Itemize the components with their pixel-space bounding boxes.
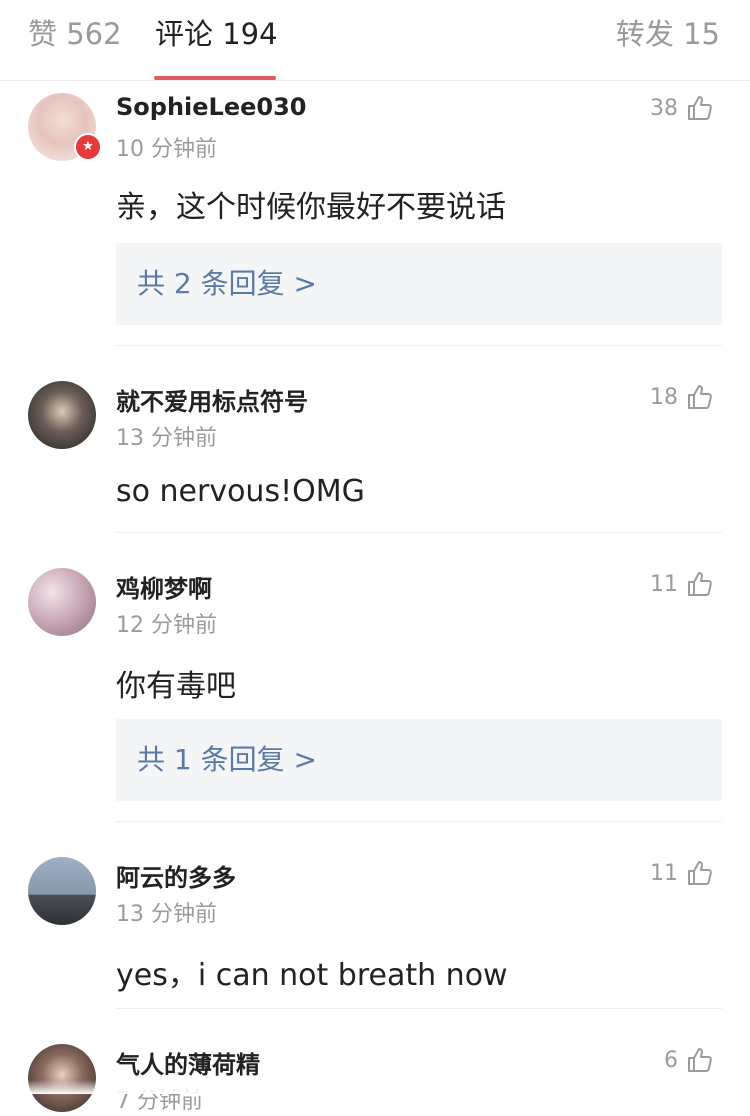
like-count: 6 [664, 1047, 678, 1073]
comment-text: 亲，这个时候你最好不要说话 [116, 190, 506, 225]
comment-username[interactable]: 鸡柳梦啊 [116, 569, 212, 604]
avatar[interactable] [28, 857, 100, 929]
comment-username[interactable]: 气人的薄荷精 [116, 1045, 260, 1080]
avatar-image [28, 381, 96, 449]
comment-text: so nervous!OMG [116, 474, 365, 509]
tab-likes[interactable]: 赞 562 [28, 14, 122, 54]
comment-tabs: 赞 562 评论 194 转发 15 [0, 0, 750, 81]
view-replies-button[interactable]: 共 2 条回复 > [116, 243, 722, 325]
avatar[interactable] [28, 381, 100, 453]
comment-time: 13 分钟前 [116, 426, 217, 451]
comment-text: yes，i can not breath now [116, 958, 508, 993]
thumbs-up-icon [688, 385, 712, 409]
tab-comments[interactable]: 评论 194 [155, 14, 278, 54]
comment-time: 13 分钟前 [116, 902, 217, 927]
tab-reposts[interactable]: 转发 15 [616, 14, 720, 54]
active-tab-indicator [154, 76, 276, 80]
comment-username[interactable]: SophieLee030 [116, 93, 307, 121]
comment-time: 10 分钟前 [116, 137, 217, 162]
like-count: 18 [650, 384, 678, 410]
thumbs-up-icon [688, 572, 712, 596]
comment-time: 12 分钟前 [116, 613, 217, 638]
avatar[interactable]: ★ [28, 93, 102, 165]
thumbs-up-icon [688, 96, 712, 120]
like-count: 11 [650, 860, 678, 886]
like-button[interactable]: 11 [650, 567, 714, 601]
avatar-image [28, 1044, 96, 1112]
avatar-image [28, 857, 96, 925]
comment-text: 你有毒吧 [116, 669, 236, 704]
divider [116, 345, 722, 346]
thumbs-up-icon [688, 1048, 712, 1072]
comment-username[interactable]: 阿云的多多 [116, 858, 236, 893]
view-replies-button[interactable]: 共 1 条回复 > [116, 719, 722, 801]
divider [116, 532, 722, 533]
like-count: 38 [650, 95, 678, 121]
like-button[interactable]: 6 [664, 1043, 714, 1077]
avatar-image [28, 568, 96, 636]
like-count: 11 [650, 571, 678, 597]
like-button[interactable]: 11 [650, 856, 714, 890]
comment-username[interactable]: 就不爱用标点符号 [116, 382, 308, 417]
thumbs-up-icon [688, 861, 712, 885]
divider [116, 821, 722, 822]
like-button[interactable]: 38 [650, 91, 714, 125]
verified-badge-icon: ★ [74, 133, 102, 161]
like-button[interactable]: 18 [650, 380, 714, 414]
divider [116, 1008, 722, 1009]
avatar[interactable] [28, 568, 100, 640]
bottom-fade [0, 1080, 750, 1094]
